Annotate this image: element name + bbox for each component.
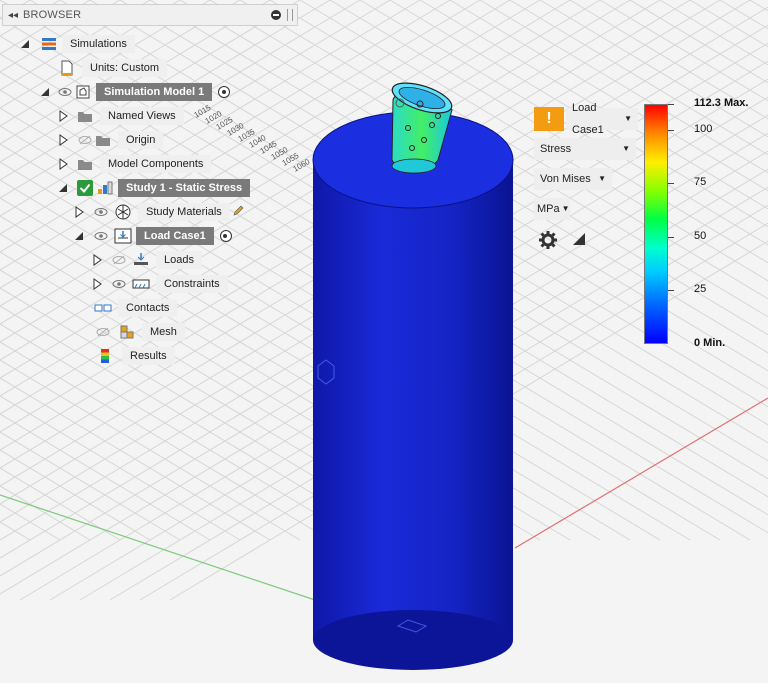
static-stress-icon bbox=[96, 180, 114, 196]
tree-label-units: Units: Custom bbox=[82, 59, 168, 77]
legend-tick bbox=[668, 130, 674, 132]
expanded-arrow-icon[interactable] bbox=[72, 229, 86, 243]
tree-label-results: Results bbox=[122, 347, 175, 365]
minimize-icon[interactable] bbox=[271, 10, 281, 20]
activate-radio-icon[interactable] bbox=[218, 86, 231, 98]
materials-icon bbox=[114, 204, 132, 220]
tree-label-simulations: Simulations bbox=[62, 35, 135, 53]
tree-label-simulation-model: Simulation Model 1 bbox=[96, 83, 213, 101]
legend-tick-label: 50 bbox=[694, 229, 707, 242]
tree-row-study[interactable]: Study 1 - Static Stress bbox=[56, 178, 251, 198]
tree-row-study-materials[interactable]: Study Materials bbox=[72, 202, 244, 222]
tree-row-results[interactable]: Results bbox=[96, 346, 175, 366]
expanded-arrow-icon[interactable] bbox=[18, 37, 32, 51]
folder-icon bbox=[76, 108, 94, 124]
tree-row-load-case[interactable]: Load Case1 bbox=[72, 226, 232, 246]
tree-label-named-views: Named Views bbox=[100, 107, 184, 125]
tree-row-model-components[interactable]: Model Components bbox=[56, 154, 212, 174]
tree-label-study: Study 1 - Static Stress bbox=[118, 179, 251, 197]
legend-tick-label: 75 bbox=[694, 176, 707, 189]
panel-grip-icon[interactable] bbox=[287, 9, 293, 21]
loads-icon bbox=[132, 252, 150, 268]
folder-icon bbox=[94, 132, 112, 148]
check-status-icon bbox=[76, 180, 94, 196]
settings-gear-icon[interactable] bbox=[538, 230, 558, 250]
result-type-dropdown[interactable]: Stress ▼ bbox=[534, 138, 636, 160]
unit-dropdown[interactable]: MPa ▼ bbox=[534, 198, 570, 220]
legend-tick bbox=[668, 183, 674, 185]
simulations-icon bbox=[40, 36, 58, 52]
expanded-arrow-icon[interactable] bbox=[38, 85, 52, 99]
component-dropdown[interactable]: Von Mises ▼ bbox=[534, 168, 612, 190]
unit-value: MPa bbox=[537, 203, 560, 215]
tree-label-origin: Origin bbox=[118, 131, 164, 149]
tree-row-simulations[interactable]: Simulations bbox=[18, 34, 135, 54]
edit-pencil-icon[interactable] bbox=[232, 205, 244, 220]
chevron-down-icon: ▼ bbox=[624, 114, 632, 123]
tree-label-contacts: Contacts bbox=[118, 299, 178, 317]
visibility-eye-icon[interactable] bbox=[92, 205, 110, 219]
result-type-value: Stress bbox=[540, 143, 572, 155]
hidden-eye-icon[interactable] bbox=[110, 253, 128, 267]
model-icon bbox=[74, 84, 92, 100]
activate-radio-icon[interactable] bbox=[219, 230, 232, 242]
load-case-dropdown[interactable]: Load Case1 ▼ bbox=[566, 102, 638, 136]
legend-tick-label: 25 bbox=[694, 282, 707, 295]
legend-tick bbox=[668, 289, 674, 291]
stress-legend-bar bbox=[644, 104, 668, 344]
tree-row-origin[interactable]: Origin bbox=[56, 130, 164, 150]
browser-header: ◂◂ BROWSER bbox=[2, 4, 298, 26]
tree-label-mesh: Mesh bbox=[142, 323, 185, 341]
chevron-down-icon: ▼ bbox=[622, 144, 630, 153]
contacts-icon bbox=[94, 300, 112, 316]
tree-row-simulation-model[interactable]: Simulation Model 1 bbox=[38, 82, 231, 102]
mesh-icon bbox=[118, 324, 136, 340]
chevron-down-icon: ▼ bbox=[561, 204, 570, 213]
constraints-icon bbox=[132, 276, 150, 292]
tree-row-mesh[interactable]: Mesh bbox=[94, 322, 185, 342]
collapsed-arrow-icon[interactable] bbox=[72, 205, 86, 219]
tree-row-contacts[interactable]: Contacts bbox=[94, 298, 178, 318]
legend-min-label: 0 Min. bbox=[694, 337, 726, 349]
expanded-arrow-icon[interactable] bbox=[56, 181, 70, 195]
collapse-panel-icon[interactable]: ◂◂ bbox=[3, 10, 23, 21]
tree-label-constraints: Constraints bbox=[156, 275, 228, 293]
load-case-icon bbox=[114, 228, 132, 244]
results-icon bbox=[96, 348, 114, 364]
tree-label-model-components: Model Components bbox=[100, 155, 212, 173]
visibility-eye-icon[interactable] bbox=[110, 277, 128, 291]
collapse-triangle-icon[interactable] bbox=[572, 232, 586, 246]
tree-label-load-case: Load Case1 bbox=[136, 227, 214, 245]
chevron-down-icon: ▼ bbox=[598, 174, 606, 183]
load-case-dropdown-value: Load Case1 bbox=[572, 102, 604, 136]
folder-icon bbox=[76, 156, 94, 172]
hidden-eye-icon[interactable] bbox=[94, 325, 112, 339]
legend-tick bbox=[668, 104, 674, 105]
legend-tick-label: 100 bbox=[694, 123, 713, 136]
tree-row-named-views[interactable]: Named Views bbox=[56, 106, 184, 126]
legend-max-label: 112.3 Max. bbox=[694, 97, 749, 109]
visibility-eye-icon[interactable] bbox=[56, 85, 74, 99]
document-icon bbox=[58, 60, 76, 76]
tree-row-units[interactable]: Units: Custom bbox=[58, 58, 168, 78]
collapsed-arrow-icon[interactable] bbox=[56, 157, 70, 171]
tree-label-study-materials: Study Materials bbox=[138, 203, 230, 221]
component-value: Von Mises bbox=[540, 173, 591, 185]
collapsed-arrow-icon[interactable] bbox=[90, 277, 104, 291]
cylinder-model bbox=[312, 111, 514, 670]
hidden-eye-icon[interactable] bbox=[76, 133, 94, 147]
tree-row-constraints[interactable]: Constraints bbox=[90, 274, 228, 294]
browser-title: BROWSER bbox=[23, 9, 82, 21]
collapsed-arrow-icon[interactable] bbox=[90, 253, 104, 267]
collapsed-arrow-icon[interactable] bbox=[56, 109, 70, 123]
collapsed-arrow-icon[interactable] bbox=[56, 133, 70, 147]
tree-label-loads: Loads bbox=[156, 251, 202, 269]
legend-tick bbox=[668, 236, 674, 238]
warning-button[interactable]: ! bbox=[534, 107, 564, 131]
tree-row-loads[interactable]: Loads bbox=[90, 250, 202, 270]
visibility-eye-icon[interactable] bbox=[92, 229, 110, 243]
